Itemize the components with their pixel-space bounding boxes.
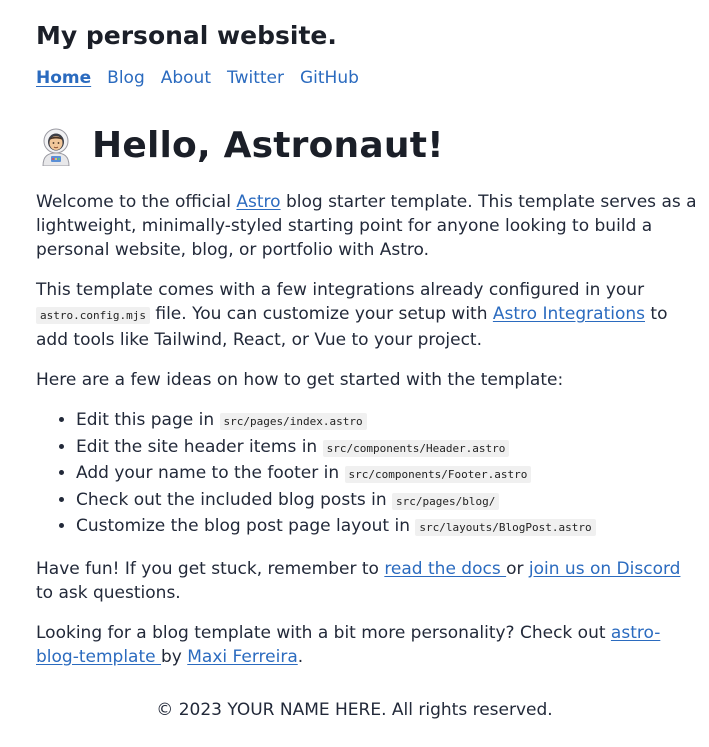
- nav-github-link[interactable]: GitHub: [300, 66, 359, 90]
- site-footer: © 2023 YOUR NAME HERE. All rights reserv…: [156, 700, 553, 720]
- astro-link[interactable]: Astro: [236, 192, 280, 212]
- intro-paragraph: Welcome to the official Astro blog start…: [36, 192, 697, 260]
- list-item: Customize the blog post page layout in s…: [76, 514, 698, 541]
- read-docs-link[interactable]: read the docs: [384, 559, 506, 579]
- path-code: src/components/Header.astro: [322, 439, 510, 457]
- site-title: My personal website.: [36, 21, 337, 50]
- template-paragraph: Looking for a blog template with a bit m…: [36, 622, 661, 667]
- integrations-paragraph: This template comes with a few integrati…: [36, 280, 668, 350]
- hero: Hello, Astronaut!: [36, 124, 444, 168]
- path-code: src/pages/index.astro: [219, 413, 367, 430]
- main-content: Welcome to the official Astro blog start…: [36, 190, 698, 685]
- page-title: Hello, Astronaut!: [92, 125, 444, 166]
- ideas-intro: Here are a few ideas on how to get start…: [36, 370, 564, 390]
- path-code: src/layouts/BlogPost.astro: [415, 519, 596, 536]
- nav-blog-link[interactable]: Blog: [107, 66, 145, 90]
- nav-twitter-link[interactable]: Twitter: [227, 66, 284, 90]
- path-code: src/components/Footer.astro: [344, 466, 532, 483]
- config-file-code: astro.config.mjs: [36, 307, 150, 324]
- maxi-ferreira-link[interactable]: Maxi Ferreira: [187, 647, 297, 667]
- astronaut-icon: [36, 126, 76, 167]
- nav-about-link[interactable]: About: [161, 66, 211, 90]
- discord-link[interactable]: join us on Discord: [529, 559, 681, 579]
- list-item: Edit this page in src/pages/index.astro: [76, 408, 698, 435]
- main-nav: Home Blog About Twitter GitHub: [36, 66, 375, 90]
- list-item: Add your name to the footer in src/compo…: [76, 461, 698, 488]
- ideas-list: Edit this page in src/pages/index.astro …: [36, 408, 698, 541]
- help-paragraph: Have fun! If you get stuck, remember to …: [36, 558, 681, 603]
- list-item: Check out the included blog posts in src…: [76, 488, 698, 515]
- astro-integrations-link[interactable]: Astro Integrations: [493, 304, 645, 324]
- list-item: Edit the site header items in src/compon…: [76, 435, 698, 462]
- nav-home-link[interactable]: Home: [36, 66, 91, 90]
- path-code: src/pages/blog/: [392, 492, 500, 510]
